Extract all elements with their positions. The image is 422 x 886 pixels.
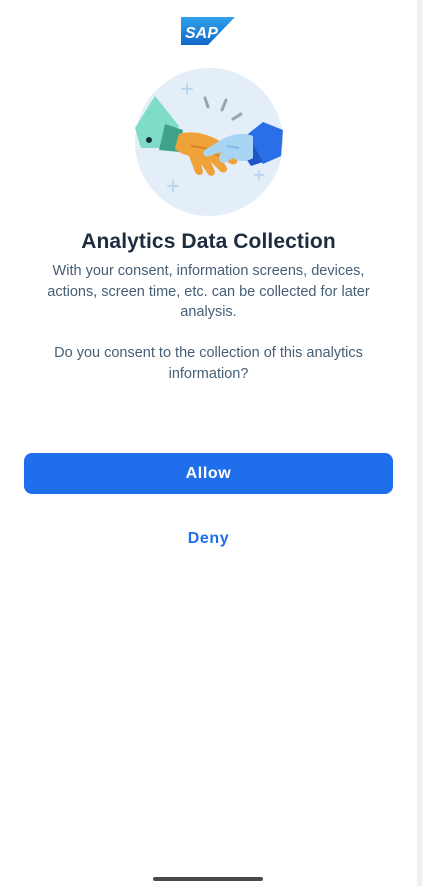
handshake-icon — [135, 68, 283, 216]
page-title: Analytics Data Collection — [81, 230, 336, 253]
allow-button[interactable]: Allow — [24, 453, 393, 494]
consent-question: Do you consent to the collection of this… — [54, 345, 363, 382]
consent-description: With your consent, information screens, … — [47, 263, 370, 320]
sap-logo: SAP — [181, 17, 235, 45]
home-indicator[interactable] — [153, 877, 263, 881]
screen-edge — [417, 0, 422, 886]
deny-button[interactable]: Deny — [148, 522, 269, 556]
handshake-illustration — [135, 68, 283, 216]
svg-text:SAP: SAP — [185, 25, 218, 42]
